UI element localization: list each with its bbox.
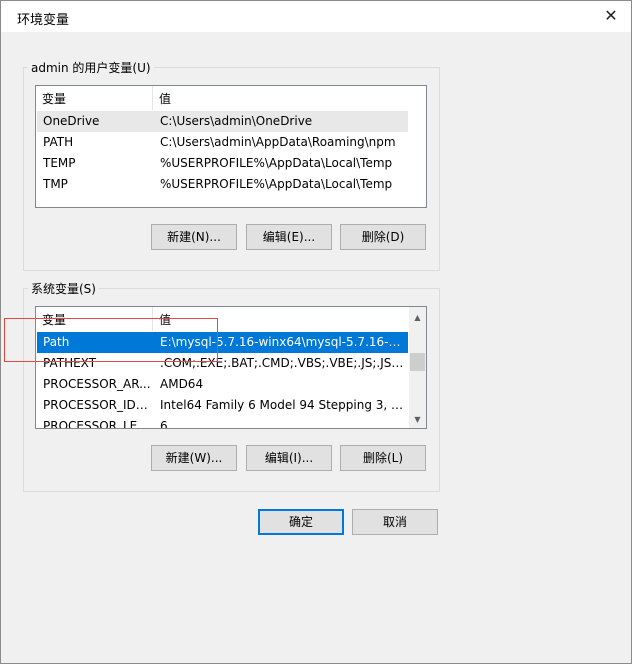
system-edit-button[interactable]: 编辑(I)...	[246, 445, 332, 471]
user-variables-header: 变量 值	[36, 86, 426, 111]
variable-value: AMD64	[160, 377, 204, 391]
list-item[interactable]: PATHEXT .COM;.EXE;.BAT;.CMD;.VBS;.VBE;.J…	[37, 353, 408, 374]
variable-name: TEMP	[43, 156, 76, 170]
environment-variables-dialog: 环境变量 ✕ admin 的用户变量(U) 变量 值 OneDrive C:\U…	[0, 0, 632, 664]
ok-button[interactable]: 确定	[258, 509, 344, 535]
column-header-value[interactable]: 值	[153, 86, 408, 110]
user-variables-list[interactable]: 变量 值 OneDrive C:\Users\admin\OneDrive PA…	[35, 85, 427, 208]
scroll-down-icon[interactable]: ▼	[409, 411, 426, 428]
variable-value: %USERPROFILE%\AppData\Local\Temp	[160, 177, 393, 191]
variable-name: PROCESSOR_IDE...	[43, 398, 153, 412]
variable-value: C:\Users\admin\AppData\Roaming\npm	[160, 135, 396, 149]
system-variables-header: 变量 值	[36, 307, 426, 332]
close-icon: ✕	[604, 6, 618, 25]
list-item[interactable]: OneDrive C:\Users\admin\OneDrive	[37, 111, 408, 132]
variable-name: Path	[43, 335, 70, 349]
system-new-button[interactable]: 新建(W)...	[151, 445, 237, 471]
title-bar[interactable]: 环境变量 ✕	[1, 1, 631, 32]
system-list-scrollbar[interactable]: ▲ ▼	[409, 307, 426, 428]
variable-value: %USERPROFILE%\AppData\Local\Temp	[160, 156, 393, 170]
variable-value: .COM;.EXE;.BAT;.CMD;.VBS;.VBE;.JS;.JSE;.…	[160, 356, 405, 370]
system-variables-label: 系统变量(S)	[28, 280, 99, 297]
variable-value: C:\Users\admin\OneDrive	[160, 114, 313, 128]
variable-name: PATH	[43, 135, 74, 149]
variable-name: TMP	[43, 177, 68, 191]
column-header-variable[interactable]: 变量	[36, 307, 153, 331]
list-item[interactable]: TMP %USERPROFILE%\AppData\Local\Temp	[37, 174, 408, 195]
list-item[interactable]: PATH C:\Users\admin\AppData\Roaming\npm	[37, 132, 408, 153]
scrollbar-thumb[interactable]	[410, 353, 425, 371]
variable-name: PROCESSOR_AR...	[43, 377, 151, 391]
variable-name: OneDrive	[43, 114, 100, 128]
dialog-title: 环境变量	[17, 13, 70, 28]
column-header-value[interactable]: 值	[153, 307, 408, 331]
variable-name: PROCESSOR_LEV...	[43, 419, 153, 429]
list-item[interactable]: PROCESSOR_AR... AMD64	[37, 374, 408, 395]
column-header-variable[interactable]: 变量	[36, 86, 153, 110]
user-variables-label: admin 的用户变量(U)	[28, 59, 154, 76]
variable-value: Intel64 Family 6 Model 94 Stepping 3, G.…	[160, 398, 405, 412]
variable-value: E:\mysql-5.7.16-winx64\mysql-5.7.16-win.…	[160, 335, 405, 349]
variable-name: PATHEXT	[43, 356, 97, 370]
list-item[interactable]: TEMP %USERPROFILE%\AppData\Local\Temp	[37, 153, 408, 174]
variable-value: 6	[160, 419, 168, 429]
close-button[interactable]: ✕	[599, 4, 623, 28]
list-item-selected[interactable]: Path E:\mysql-5.7.16-winx64\mysql-5.7.16…	[37, 332, 408, 353]
user-delete-button[interactable]: 删除(D)	[340, 224, 426, 250]
system-delete-button[interactable]: 删除(L)	[340, 445, 426, 471]
cancel-button[interactable]: 取消	[352, 509, 438, 535]
user-new-button[interactable]: 新建(N)...	[151, 224, 237, 250]
list-item[interactable]: PROCESSOR_IDE... Intel64 Family 6 Model …	[37, 395, 408, 416]
list-item[interactable]: PROCESSOR_LEV... 6	[37, 416, 408, 429]
system-variables-list[interactable]: 变量 值 Path E:\mysql-5.7.16-winx64\mysql-5…	[35, 306, 427, 429]
user-edit-button[interactable]: 编辑(E)...	[246, 224, 332, 250]
scroll-up-icon[interactable]: ▲	[409, 309, 426, 326]
